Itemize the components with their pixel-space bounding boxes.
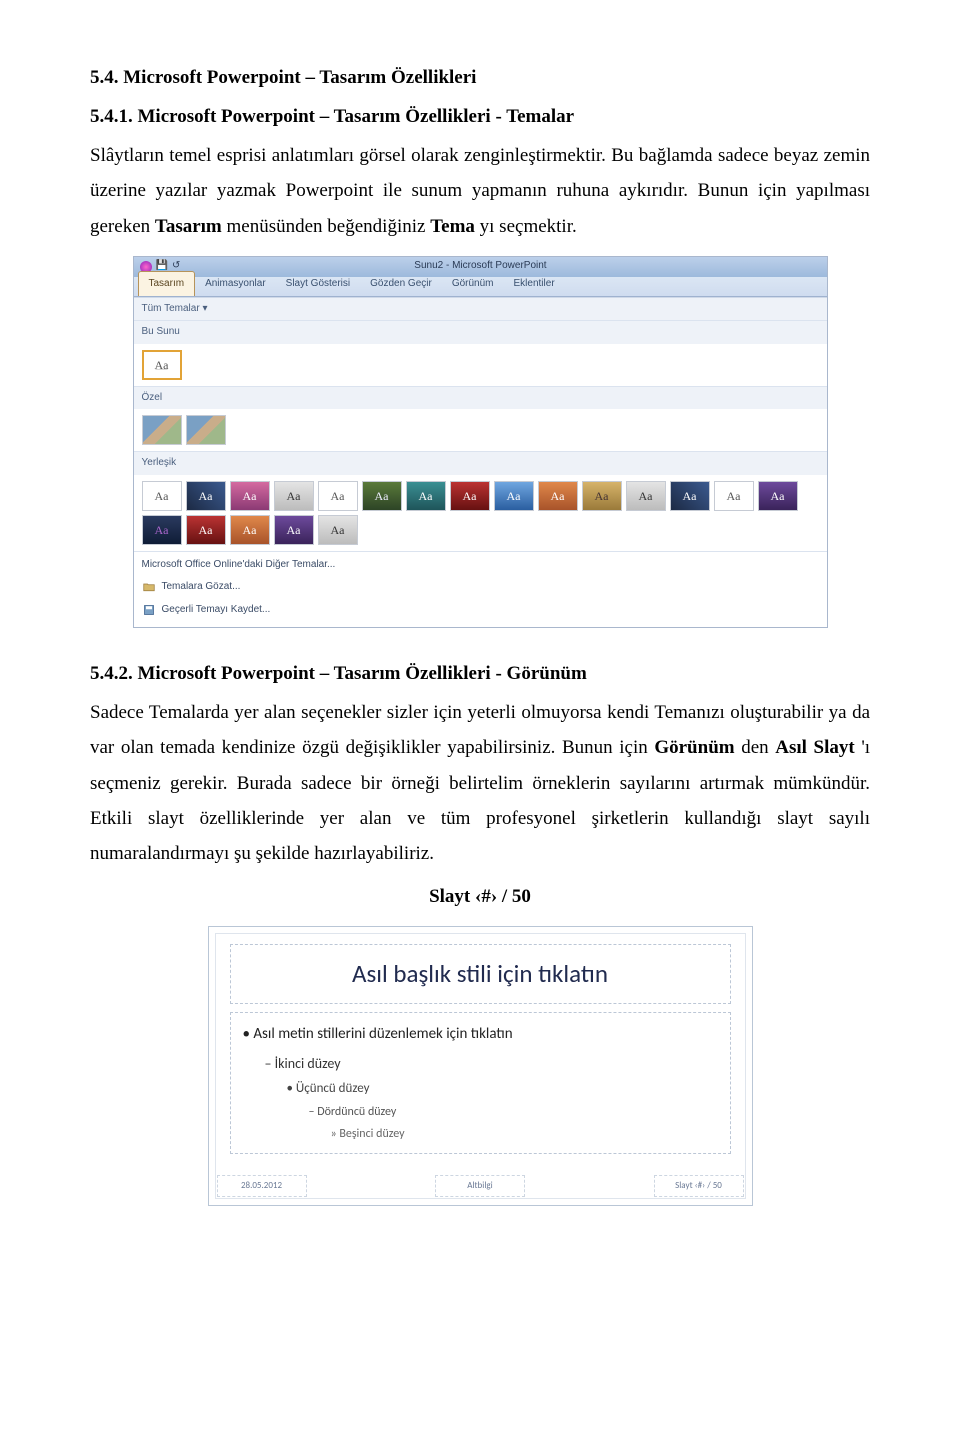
theme-thumb[interactable]: Aa bbox=[230, 481, 270, 511]
ribbon-tab-gozden-gecir[interactable]: Gözden Geçir bbox=[360, 272, 442, 296]
para-2-bold-asil-slayt: Asıl Slayt bbox=[775, 737, 854, 758]
slide-master-screenshot: Asıl başlık stili için tıklatın Asıl met… bbox=[90, 926, 870, 1206]
body-level-3: Üçüncü düzey bbox=[287, 1077, 718, 1101]
theme-thumb[interactable]: Aa bbox=[318, 481, 358, 511]
gallery-group-builtin-header: Yerleşik bbox=[134, 451, 827, 475]
theme-thumb[interactable]: Aa bbox=[538, 481, 578, 511]
link-label: Geçerli Temayı Kaydet... bbox=[162, 601, 271, 620]
save-icon bbox=[142, 603, 156, 617]
master-body-placeholder[interactable]: Asıl metin stillerini düzenlemek için tı… bbox=[230, 1012, 731, 1154]
master-title-text: Asıl başlık stili için tıklatın bbox=[241, 951, 720, 997]
theme-thumb[interactable]: Aa bbox=[362, 481, 402, 511]
link-browse-themes[interactable]: Temalara Gözat... bbox=[142, 576, 819, 599]
theme-thumb[interactable]: Aa bbox=[230, 515, 270, 545]
ribbon-tab-tasarim[interactable]: Tasarım bbox=[138, 271, 196, 296]
theme-thumb[interactable]: Aa bbox=[406, 481, 446, 511]
master-footer-row: 28.05.2012 Altbilgi Slayt ‹#› / 50 bbox=[217, 1175, 744, 1198]
body-level-5: Beşinci düzey bbox=[331, 1123, 718, 1145]
theme-thumb[interactable]: Aa bbox=[274, 515, 314, 545]
theme-thumb[interactable]: Aa bbox=[142, 481, 182, 511]
gallery-group-custom-header: Özel bbox=[134, 386, 827, 410]
body-level-2: İkinci düzey bbox=[265, 1051, 718, 1077]
theme-thumb[interactable]: Aa bbox=[274, 481, 314, 511]
slide-number-format-line: Slayt ‹#› / 50 bbox=[90, 879, 870, 914]
heading-5-4-2: 5.4.2. Microsoft Powerpoint – Tasarım Öz… bbox=[90, 656, 870, 691]
para-2-text-c: den bbox=[741, 737, 775, 758]
theme-thumb[interactable]: Aa bbox=[142, 515, 182, 545]
gallery-group-this-content: Aa—— bbox=[134, 344, 827, 386]
folder-open-icon bbox=[142, 580, 156, 594]
para-2-bold-gorunum: Görünüm bbox=[654, 737, 734, 758]
theme-thumb[interactable]: Aa bbox=[582, 481, 622, 511]
ribbon-tab-animasyonlar[interactable]: Animasyonlar bbox=[195, 272, 276, 296]
theme-thumb[interactable]: Aa bbox=[494, 481, 534, 511]
para-1-bold-tasarim: Tasarım bbox=[155, 216, 222, 237]
master-date-placeholder[interactable]: 28.05.2012 bbox=[217, 1175, 307, 1198]
paragraph-1: Slâytların temel esprisi anlatımları gör… bbox=[90, 138, 870, 243]
theme-thumb[interactable]: Aa bbox=[714, 481, 754, 511]
theme-thumb[interactable]: Aa bbox=[186, 515, 226, 545]
slide-master-frame: Asıl başlık stili için tıklatın Asıl met… bbox=[208, 926, 753, 1206]
powerpoint-theme-gallery-screenshot: 💾 ↺ Sunu2 - Microsoft PowerPoint Tasarım… bbox=[90, 256, 870, 629]
master-slidenum-placeholder[interactable]: Slayt ‹#› / 50 bbox=[654, 1175, 744, 1198]
theme-thumb[interactable]: Aa bbox=[318, 515, 358, 545]
paragraph-2: Sadece Temalarda yer alan seçenekler siz… bbox=[90, 695, 870, 871]
pp-ribbon-tabs: Tasarım Animasyonlar Slayt Gösterisi Göz… bbox=[134, 277, 827, 297]
heading-5-4: 5.4. Microsoft Powerpoint – Tasarım Özel… bbox=[90, 60, 870, 95]
link-label: Temalara Gözat... bbox=[162, 578, 241, 597]
master-footer-placeholder[interactable]: Altbilgi bbox=[435, 1175, 525, 1198]
para-1-text-e: yı seçmektir. bbox=[480, 216, 577, 237]
gallery-group-this-header: Bu Sunu bbox=[134, 320, 827, 344]
pp-theme-gallery: Tüm Temalar ▾ Bu Sunu Aa—— Özel Yerleşik… bbox=[134, 297, 827, 628]
gallery-group-custom-content bbox=[134, 409, 827, 451]
heading-5-4-1: 5.4.1. Microsoft Powerpoint – Tasarım Öz… bbox=[90, 99, 870, 134]
link-label: Microsoft Office Online'daki Diğer Temal… bbox=[142, 556, 336, 575]
slide-master-inner: Asıl başlık stili için tıklatın Asıl met… bbox=[215, 933, 746, 1199]
body-level-1: Asıl metin stillerini düzenlemek için tı… bbox=[243, 1021, 718, 1049]
theme-thumb-custom-2[interactable] bbox=[186, 415, 226, 445]
theme-thumb[interactable]: Aa bbox=[186, 481, 226, 511]
link-save-theme[interactable]: Geçerli Temayı Kaydet... bbox=[142, 599, 819, 622]
para-1-bold-tema: Tema bbox=[430, 216, 475, 237]
theme-thumb-current[interactable]: Aa—— bbox=[142, 350, 182, 380]
ribbon-tab-gorunum[interactable]: Görünüm bbox=[442, 272, 504, 296]
ribbon-tab-slayt-gosterisi[interactable]: Slayt Gösterisi bbox=[276, 272, 360, 296]
para-1-text-c: menüsünden beğendiğiniz bbox=[227, 216, 431, 237]
ribbon-tab-eklentiler[interactable]: Eklentiler bbox=[504, 272, 565, 296]
master-body-list: Asıl metin stillerini düzenlemek için tı… bbox=[243, 1021, 718, 1145]
master-title-placeholder[interactable]: Asıl başlık stili için tıklatın bbox=[230, 944, 731, 1004]
theme-thumb[interactable]: Aa bbox=[758, 481, 798, 511]
pp-window: 💾 ↺ Sunu2 - Microsoft PowerPoint Tasarım… bbox=[133, 256, 828, 629]
theme-thumb[interactable]: Aa bbox=[670, 481, 710, 511]
theme-thumb[interactable]: Aa bbox=[626, 481, 666, 511]
body-level-4: Dördüncü düzey bbox=[309, 1101, 718, 1123]
gallery-group-all-header[interactable]: Tüm Temalar ▾ bbox=[134, 298, 827, 321]
theme-thumb-custom-1[interactable] bbox=[142, 415, 182, 445]
link-office-online-themes[interactable]: Microsoft Office Online'daki Diğer Temal… bbox=[142, 554, 819, 577]
theme-thumb[interactable]: Aa bbox=[450, 481, 490, 511]
gallery-group-builtin-content: Aa Aa Aa Aa Aa Aa Aa Aa Aa Aa Aa Aa Aa A… bbox=[134, 475, 827, 551]
gallery-footer-links: Microsoft Office Online'daki Diğer Temal… bbox=[134, 551, 827, 628]
